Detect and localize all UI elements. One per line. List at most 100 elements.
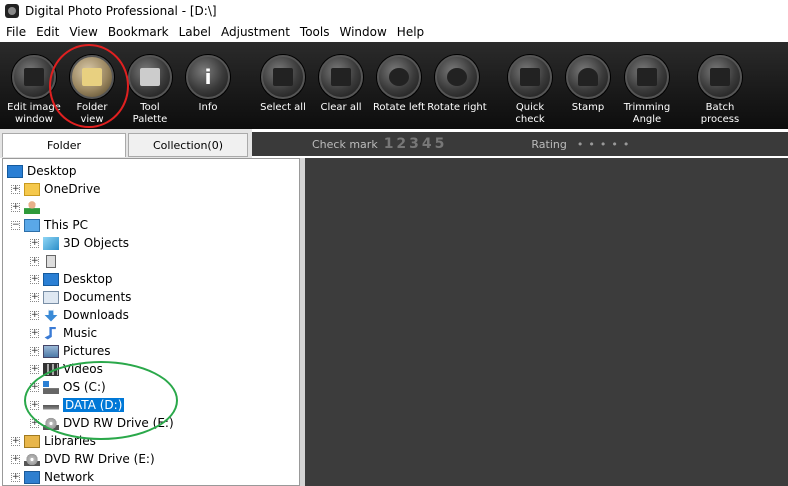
quick-check-button[interactable]: Quick check [500, 42, 560, 129]
tree-item-documents[interactable]: + Documents [30, 288, 131, 306]
desktop-icon [43, 272, 59, 286]
tab-collection[interactable]: Collection(0) [128, 133, 248, 157]
tree-item-label: Documents [63, 290, 132, 304]
clear-all-label: Clear all [320, 102, 362, 113]
tree-item-3d-objects[interactable]: + 3D Objects [30, 234, 129, 252]
menu-label[interactable]: Label [174, 25, 216, 39]
menu-edit[interactable]: Edit [31, 25, 64, 39]
expand-toggle[interactable]: + [30, 328, 39, 338]
select-all-button[interactable]: Select all [253, 42, 313, 129]
folder-view-icon [70, 55, 114, 99]
menu-bar: File Edit View Bookmark Label Adjustment… [0, 22, 788, 42]
stamp-button[interactable]: Stamp [558, 42, 618, 129]
rotate-right-icon [435, 55, 479, 99]
tool-palette-icon [128, 55, 172, 99]
tree-item-desktop-root[interactable]: Desktop [7, 162, 77, 180]
expand-toggle[interactable]: + [11, 472, 20, 482]
tree-item-pictures[interactable]: + Pictures [30, 342, 111, 360]
tree-item-data-d[interactable]: + DATA (D:) [30, 396, 125, 414]
tree-item-user[interactable]: + [11, 198, 44, 216]
tree-item-label: Pictures [63, 344, 111, 358]
tool-palette-button[interactable]: Tool Palette [120, 42, 180, 129]
tree-item-onedrive[interactable]: + OneDrive [11, 180, 100, 198]
tree-item-network[interactable]: + Network [11, 468, 95, 485]
pc-icon [24, 218, 40, 232]
menu-adjustment[interactable]: Adjustment [216, 25, 295, 39]
window-title: Digital Photo Professional - [D:\] [25, 4, 217, 18]
menu-window[interactable]: Window [334, 25, 391, 39]
menu-bookmark[interactable]: Bookmark [103, 25, 174, 39]
tree-item-dvd-e[interactable]: + DVD RW Drive (E:) [30, 414, 174, 432]
menu-view[interactable]: View [64, 25, 102, 39]
documents-icon [43, 290, 59, 304]
select-all-icon [261, 55, 305, 99]
menu-file[interactable]: File [0, 25, 31, 39]
title-bar: Digital Photo Professional - [D:\] [0, 0, 788, 22]
tree-item-downloads[interactable]: + Downloads [30, 306, 129, 324]
expand-toggle[interactable]: + [11, 436, 20, 446]
tab-folder[interactable]: Folder [2, 133, 126, 157]
menu-help[interactable]: Help [392, 25, 429, 39]
rotate-left-button[interactable]: Rotate left [369, 42, 429, 129]
rotate-right-button[interactable]: Rotate right [427, 42, 487, 129]
expand-toggle[interactable]: + [30, 292, 39, 302]
edit-image-window-label: Edit image window [7, 102, 61, 125]
rating-label: Rating [531, 137, 567, 151]
tree-item-os-c[interactable]: + OS (C:) [30, 378, 106, 396]
main-toolbar: Edit image window Folder view Tool Palet… [0, 42, 788, 129]
expand-toggle[interactable]: + [30, 256, 39, 266]
filter-bar: Check mark 12345 Rating ••••• [252, 132, 788, 156]
thumbnail-area[interactable] [305, 158, 788, 486]
tree-item-label: OS (C:) [63, 380, 106, 394]
tree-item-dvd-e-root[interactable]: + DVD RW Drive (E:) [11, 450, 155, 468]
tree-item-label: Network [44, 470, 95, 484]
tree-item-label-selected: DATA (D:) [63, 398, 125, 412]
rotate-left-icon [377, 55, 421, 99]
check-mark-filter[interactable]: 12345 [384, 136, 448, 152]
tree-item-label: OneDrive [44, 182, 101, 196]
tree-item-phone[interactable]: + [30, 252, 63, 270]
tree-item-this-pc[interactable]: − This PC [11, 216, 88, 234]
edit-image-window-button[interactable]: Edit image window [4, 42, 64, 129]
expand-toggle[interactable]: + [30, 238, 39, 248]
expand-toggle[interactable]: + [11, 184, 20, 194]
folder-view-button[interactable]: Folder view [62, 42, 122, 129]
batch-process-button[interactable]: Batch process [690, 42, 750, 129]
downloads-icon [44, 308, 58, 322]
expand-toggle[interactable]: + [30, 418, 39, 428]
expand-toggle[interactable]: + [30, 346, 39, 356]
expand-toggle[interactable]: + [11, 202, 20, 212]
tree-item-music[interactable]: + Music [30, 324, 97, 342]
tree-item-label: DVD RW Drive (E:) [63, 416, 174, 430]
expand-toggle[interactable]: + [30, 274, 39, 284]
tree-item-label: 3D Objects [63, 236, 130, 250]
info-button[interactable]: i Info [178, 42, 238, 129]
expand-toggle[interactable]: + [30, 310, 39, 320]
expand-toggle[interactable]: + [30, 400, 39, 410]
edit-image-icon [12, 55, 56, 99]
tree-item-label: Desktop [63, 272, 113, 286]
tree-item-videos[interactable]: + Videos [30, 360, 103, 378]
tree-item-label: Desktop [27, 164, 77, 178]
menu-tools[interactable]: Tools [295, 25, 335, 39]
tree-item-libraries[interactable]: + Libraries [11, 432, 96, 450]
app-camera-icon [5, 4, 19, 18]
tree-item-label: Downloads [63, 308, 129, 322]
collapse-toggle[interactable]: − [11, 220, 20, 230]
tree-item-label: DVD RW Drive (E:) [44, 452, 155, 466]
tree-item-label: Libraries [44, 434, 96, 448]
trimming-angle-button[interactable]: Trimming Angle [617, 42, 677, 129]
clear-all-button[interactable]: Clear all [311, 42, 371, 129]
expand-toggle[interactable]: + [11, 454, 20, 464]
expand-toggle[interactable]: + [30, 382, 39, 392]
check-mark-label: Check mark [312, 137, 378, 151]
tool-palette-label: Tool Palette [132, 102, 168, 125]
folder-tree: Desktop + OneDrive + − This PC + 3D Obje… [2, 158, 300, 486]
expand-toggle[interactable]: + [30, 364, 39, 374]
tree-item-label: Music [63, 326, 98, 340]
tree-item-desktop[interactable]: + Desktop [30, 270, 113, 288]
rating-filter[interactable]: ••••• [577, 138, 634, 151]
network-icon [24, 470, 40, 484]
folder-icon [24, 182, 40, 196]
pictures-icon [43, 344, 59, 358]
